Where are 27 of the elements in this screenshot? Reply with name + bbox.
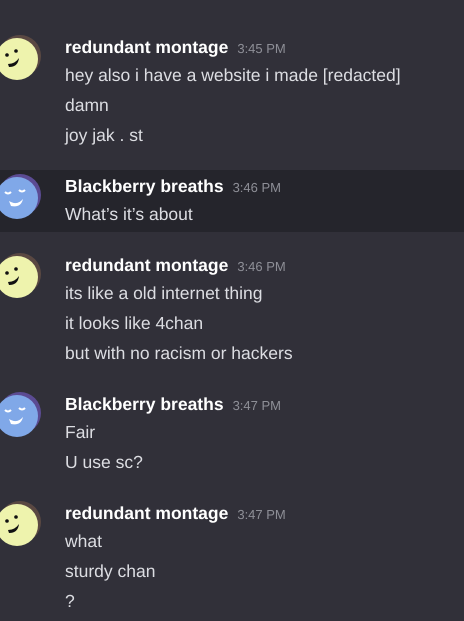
author-name[interactable]: redundant montage xyxy=(65,34,228,60)
message-text: it looks like 4chan xyxy=(65,312,204,335)
message-text: ? xyxy=(65,590,76,613)
smiling-face-avatar-icon[interactable] xyxy=(0,391,42,437)
message-text: U use sc? xyxy=(65,451,144,474)
author-name[interactable]: redundant montage xyxy=(65,252,228,278)
smiley-avatar-icon[interactable] xyxy=(0,252,42,298)
timestamp: 3:47 PM xyxy=(237,506,286,524)
message-text: what xyxy=(65,530,103,553)
message-text: hey also i have a website i made [redacted] xyxy=(65,64,401,87)
timestamp: 3:47 PM xyxy=(232,397,281,415)
timestamp: 3:46 PM xyxy=(232,179,281,197)
author-name[interactable]: redundant montage xyxy=(65,500,228,526)
message-text: damn xyxy=(65,94,110,117)
author-name[interactable]: Blackberry breaths xyxy=(65,391,224,418)
message-text: What’s it’s about xyxy=(65,203,194,226)
timestamp: 3:45 PM xyxy=(237,40,286,58)
author-name[interactable]: Blackberry breaths xyxy=(65,173,224,200)
smiley-avatar-icon[interactable] xyxy=(0,500,42,546)
message-text: joy jak . st xyxy=(65,124,144,147)
message-text: sturdy chan xyxy=(65,560,156,583)
smiley-avatar-icon[interactable] xyxy=(0,34,42,80)
message-text: Fair xyxy=(65,421,96,444)
timestamp: 3:46 PM xyxy=(237,258,286,276)
smiling-face-avatar-icon[interactable] xyxy=(0,173,42,219)
message-text: its like a old internet thing xyxy=(65,282,264,305)
message-text: but with no racism or hackers xyxy=(65,342,293,365)
